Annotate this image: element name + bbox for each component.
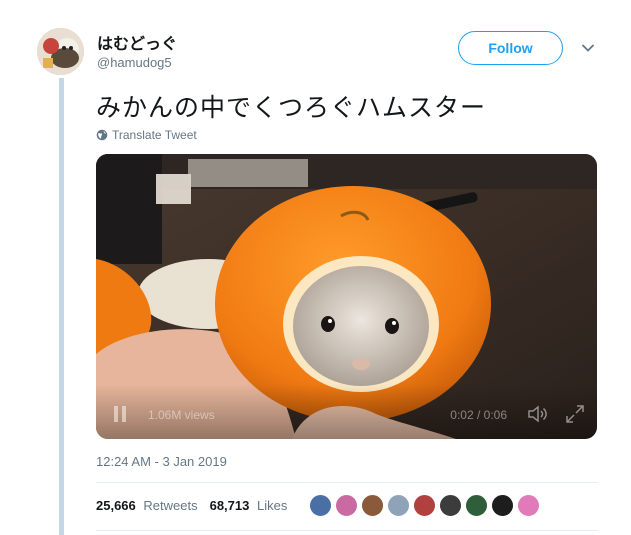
thread-line <box>59 78 64 535</box>
retweets-stat[interactable]: 25,666 Retweets <box>96 498 198 513</box>
divider <box>96 482 598 483</box>
display-name[interactable]: はむどっぐ <box>97 30 177 54</box>
liker-avatars <box>309 494 540 517</box>
follow-button[interactable]: Follow <box>458 31 563 65</box>
liker-avatar[interactable] <box>387 494 410 517</box>
pause-icon[interactable] <box>113 405 127 423</box>
volume-icon[interactable] <box>527 404 549 424</box>
tweet-timestamp[interactable]: 12:24 AM - 3 Jan 2019 <box>96 454 227 469</box>
avatar-image <box>37 28 84 75</box>
liker-avatar[interactable] <box>491 494 514 517</box>
tweet-stats: 25,666 Retweets 68,713 Likes <box>96 498 287 513</box>
liker-avatar[interactable] <box>413 494 436 517</box>
video-player[interactable]: 1.06M views 0:02 / 0:06 <box>96 154 597 439</box>
liker-avatar[interactable] <box>335 494 358 517</box>
likes-label: Likes <box>256 498 288 513</box>
retweets-count: 25,666 <box>96 498 136 513</box>
fullscreen-icon[interactable] <box>565 404 585 424</box>
chevron-down-icon[interactable] <box>580 40 596 56</box>
video-controls: 1.06M views 0:02 / 0:06 <box>96 395 597 439</box>
screen-name[interactable]: @hamudog5 <box>97 55 172 70</box>
liker-avatar[interactable] <box>309 494 332 517</box>
avatar[interactable] <box>37 28 84 75</box>
retweets-label: Retweets <box>143 498 198 513</box>
likes-stat[interactable]: 68,713 Likes <box>210 498 288 513</box>
liker-avatar[interactable] <box>465 494 488 517</box>
likes-count: 68,713 <box>209 498 250 513</box>
globe-icon <box>96 129 108 141</box>
liker-avatar[interactable] <box>517 494 540 517</box>
liker-avatar[interactable] <box>439 494 462 517</box>
tweet: はむどっぐ @hamudog5 Follow みかんの中でくつろぐハムスター T… <box>0 0 631 535</box>
tweet-text: みかんの中でくつろぐハムスター <box>96 93 487 122</box>
translate-tweet-link[interactable]: Translate Tweet <box>96 128 197 142</box>
video-views: 1.06M views <box>148 408 215 422</box>
divider <box>96 530 598 531</box>
liker-avatar[interactable] <box>361 494 384 517</box>
translate-label: Translate Tweet <box>112 128 197 142</box>
video-time: 0:02 / 0:06 <box>450 408 507 422</box>
